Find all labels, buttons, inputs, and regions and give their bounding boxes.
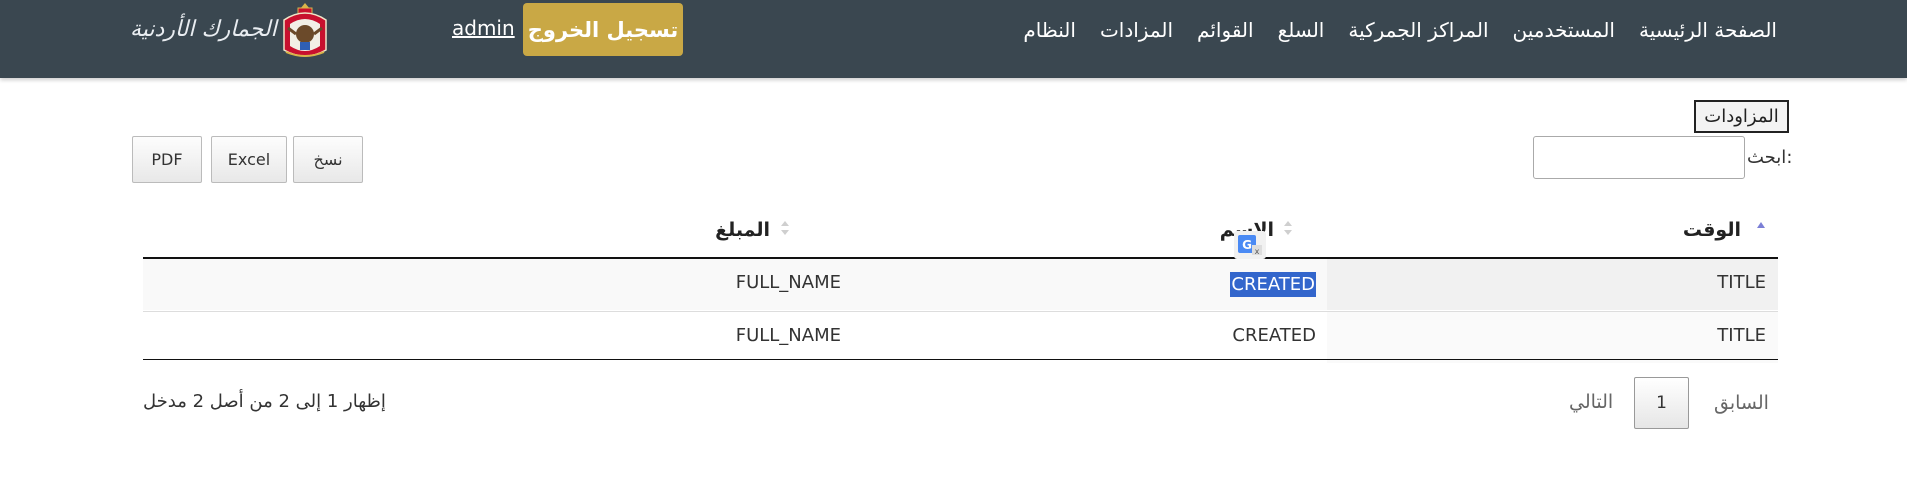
cell-amount: FULL_NAME <box>735 272 841 293</box>
main-menu: الصفحة الرئيسية المستخدمين المراكز الجمر… <box>1023 0 1777 60</box>
sort-both-icon[interactable] <box>1283 220 1293 236</box>
search-input[interactable] <box>1533 136 1745 179</box>
header-time[interactable]: الوقت <box>1683 219 1741 241</box>
pagination-previous[interactable]: السابق <box>1714 392 1769 414</box>
sort-asc-icon[interactable] <box>1756 220 1766 236</box>
nav-customs-centers[interactable]: المراكز الجمركية <box>1348 18 1488 42</box>
pagination-next[interactable]: التالي <box>1569 391 1613 413</box>
table-bottom-border <box>143 359 1778 360</box>
table-row: TITLE CREATED FULL_NAME <box>143 311 1778 363</box>
pdf-button[interactable]: PDF <box>132 136 202 183</box>
cell-amount: FULL_NAME <box>735 325 841 346</box>
cell-time: TITLE <box>1717 325 1766 346</box>
nav-home[interactable]: الصفحة الرئيسية <box>1639 18 1777 42</box>
excel-button[interactable]: Excel <box>211 136 287 183</box>
nav-system[interactable]: النظام <box>1023 18 1076 42</box>
nav-goods[interactable]: السلع <box>1278 18 1325 42</box>
google-translate-icon[interactable]: G x <box>1234 231 1266 259</box>
logo-calligraphy: الجمارك الأردنية <box>130 17 278 42</box>
table-info: إظهار 1 إلى 2 من أصل 2 مدخل <box>143 391 386 412</box>
section-title-box: المزاودات <box>1694 100 1789 133</box>
brand-logo[interactable]: الجمارك الأردنية <box>128 0 338 64</box>
copy-button[interactable]: نسخ <box>293 136 363 183</box>
sorted-column-cell <box>1327 259 1778 310</box>
svg-text:x: x <box>1255 247 1260 256</box>
sorted-column-cell <box>1327 312 1778 363</box>
nav-auctions[interactable]: المزادات <box>1100 18 1173 42</box>
table-row: TITLE CREATED FULL_NAME <box>143 259 1778 310</box>
cell-name: CREATED <box>1232 325 1316 346</box>
cell-time: TITLE <box>1717 272 1766 293</box>
sort-both-icon[interactable] <box>780 220 790 236</box>
svg-text:G: G <box>1242 238 1252 252</box>
user-link[interactable]: admin <box>452 16 515 40</box>
nav-users[interactable]: المستخدمين <box>1513 18 1615 42</box>
coat-of-arms-icon <box>283 3 327 57</box>
cell-name-selected: CREATED <box>1230 272 1316 297</box>
pagination-page-1[interactable]: 1 <box>1634 377 1689 429</box>
search-label: ابحث: <box>1747 147 1793 168</box>
nav-lists[interactable]: القوائم <box>1197 18 1254 42</box>
logout-button[interactable]: تسجيل الخروج <box>523 3 683 56</box>
header-amount[interactable]: المبلغ <box>715 219 770 241</box>
top-navbar: الصفحة الرئيسية المستخدمين المراكز الجمر… <box>0 0 1907 78</box>
